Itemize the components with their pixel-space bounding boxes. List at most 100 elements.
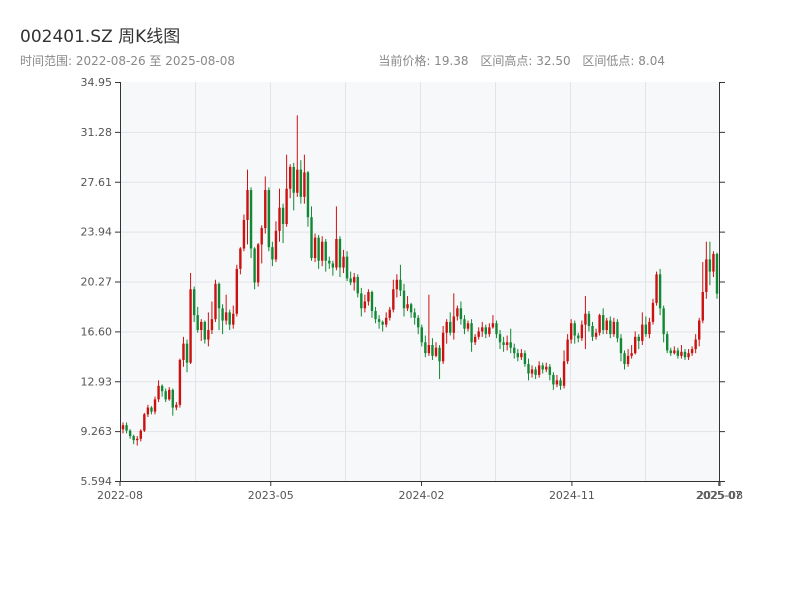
candle-body bbox=[143, 414, 146, 431]
y-tick-label: 5.594 bbox=[81, 475, 113, 488]
candle-body bbox=[498, 334, 502, 343]
candle-body bbox=[157, 385, 160, 400]
candle-body bbox=[164, 391, 167, 400]
candle-body bbox=[139, 430, 142, 439]
candle-body bbox=[481, 327, 484, 332]
candle-body bbox=[160, 385, 164, 392]
candle-body bbox=[171, 389, 174, 408]
candle-body bbox=[420, 327, 423, 343]
y-tick-label: 27.61 bbox=[81, 176, 113, 189]
candle-body bbox=[644, 324, 648, 335]
x-tick-label: 2025-08 bbox=[697, 489, 743, 502]
candle-body bbox=[306, 172, 310, 218]
candle-body bbox=[516, 353, 520, 358]
candle-body bbox=[356, 277, 359, 294]
candle-body bbox=[513, 347, 516, 354]
candle-body bbox=[331, 263, 335, 268]
y-tick-label: 34.95 bbox=[81, 76, 113, 89]
candle-body bbox=[132, 436, 135, 441]
candle-body bbox=[242, 219, 246, 249]
candle-body bbox=[626, 355, 630, 365]
candle-body bbox=[192, 289, 196, 316]
candle-body bbox=[310, 217, 313, 259]
candle-body bbox=[601, 315, 605, 331]
candle-body bbox=[278, 207, 281, 231]
candle-body bbox=[374, 311, 377, 320]
candle-body bbox=[520, 353, 523, 358]
candle-body bbox=[335, 238, 338, 268]
x-tick-label: 2024-11 bbox=[549, 489, 595, 502]
candle-body bbox=[385, 317, 388, 325]
candle-body bbox=[548, 366, 552, 375]
candle-body bbox=[456, 308, 459, 317]
candle-body bbox=[246, 190, 249, 220]
y-tick-label: 16.60 bbox=[81, 325, 113, 338]
candle-body bbox=[303, 172, 306, 197]
candle-body bbox=[288, 166, 292, 189]
candle-body bbox=[182, 343, 185, 360]
candle-body bbox=[427, 345, 431, 354]
candle-body bbox=[424, 342, 427, 354]
candle-body bbox=[367, 291, 370, 302]
candle-body bbox=[523, 353, 527, 365]
candle-body bbox=[655, 274, 658, 303]
candle-body bbox=[705, 259, 708, 292]
candle-body bbox=[249, 190, 253, 249]
y-tick-label: 9.263 bbox=[81, 425, 113, 438]
candle-body bbox=[616, 321, 619, 339]
candle-body bbox=[715, 253, 719, 294]
candle-body bbox=[683, 351, 687, 358]
candle-body bbox=[491, 323, 495, 328]
candle-body bbox=[345, 256, 349, 279]
candle-body bbox=[651, 302, 655, 322]
candle-body bbox=[381, 321, 384, 325]
candle-body bbox=[417, 317, 420, 328]
candle-body bbox=[477, 331, 480, 337]
candle-body bbox=[299, 169, 303, 197]
candle-body bbox=[630, 353, 633, 356]
candle-body bbox=[267, 190, 271, 248]
candle-body bbox=[708, 259, 712, 272]
candle-body bbox=[577, 335, 580, 339]
candle-body bbox=[296, 169, 299, 193]
candle-body bbox=[338, 238, 342, 268]
candle-body bbox=[641, 324, 644, 341]
candle-body bbox=[434, 347, 438, 356]
candle-body bbox=[406, 304, 409, 309]
candle-body bbox=[207, 330, 210, 340]
candle-body bbox=[527, 364, 530, 374]
candle-body bbox=[673, 350, 676, 354]
candle-body bbox=[313, 237, 317, 259]
candle-body bbox=[328, 260, 331, 264]
candle-body bbox=[441, 332, 445, 362]
candle-body bbox=[690, 349, 694, 354]
candle-body bbox=[605, 320, 608, 331]
candle-body bbox=[360, 293, 363, 309]
candle-body bbox=[136, 438, 139, 441]
candle-body bbox=[168, 389, 171, 400]
candle-body bbox=[537, 365, 541, 375]
candle-body bbox=[221, 308, 224, 321]
x-tick-label: 2024-02 bbox=[399, 489, 445, 502]
candle-body bbox=[264, 190, 267, 229]
candle-body bbox=[473, 336, 477, 343]
candle-body bbox=[449, 321, 452, 333]
candle-body bbox=[253, 248, 256, 283]
candle-body bbox=[669, 350, 672, 354]
candle-body bbox=[623, 353, 626, 365]
candle-body bbox=[633, 336, 637, 354]
candle-body bbox=[587, 313, 591, 326]
candle-body bbox=[484, 327, 488, 335]
y-tick-label: 12.93 bbox=[81, 375, 113, 388]
candle-body bbox=[224, 312, 228, 321]
candle-body bbox=[352, 277, 356, 283]
candle-body bbox=[409, 304, 413, 313]
candle-body bbox=[377, 319, 381, 322]
candle-body bbox=[324, 241, 327, 261]
candle-body bbox=[463, 319, 466, 329]
candle-body bbox=[566, 339, 569, 362]
candle-body bbox=[370, 291, 374, 312]
candlestick-chart: 5.594 9.263 12.93 16.60 20.27 23.94 27.61 31.28… bbox=[81, 76, 743, 502]
candle-body bbox=[687, 353, 690, 358]
candle-body bbox=[392, 289, 395, 310]
